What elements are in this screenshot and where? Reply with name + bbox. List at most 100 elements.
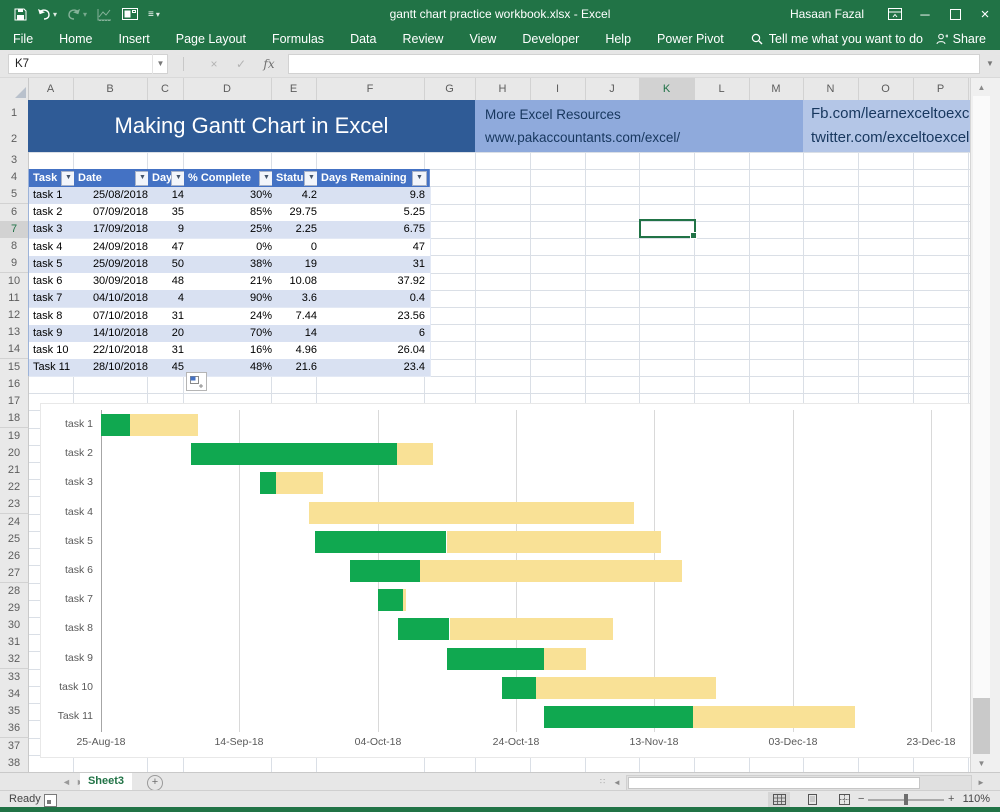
column-header-C[interactable]: C [147,78,184,101]
table-cell[interactable]: task 8 [29,308,79,326]
gantt-bar-remaining[interactable] [420,560,682,582]
table-cell[interactable]: 10.08 [272,273,323,291]
table-cell[interactable]: 19 [272,256,323,274]
table-cell[interactable]: 21.6 [272,359,323,377]
table-cell[interactable]: 0% [184,239,278,257]
table-cell[interactable]: 30/09/2018 [74,273,154,291]
gantt-bar-complete[interactable] [447,648,544,670]
ribbon-tab-review[interactable]: Review [389,28,456,50]
table-cell[interactable]: 23.56 [317,308,431,326]
table-cell[interactable]: 25/08/2018 [74,187,154,205]
gantt-bar-complete[interactable] [260,472,276,494]
ribbon-tab-power-pivot[interactable]: Power Pivot [644,28,737,50]
gantt-bar-complete[interactable] [544,706,693,728]
table-cell[interactable]: 16% [184,342,278,360]
new-sheet-icon[interactable]: + [147,775,163,791]
vscroll-track[interactable] [973,96,990,754]
table-cell[interactable]: 47 [317,239,431,257]
table-cell[interactable]: 14 [272,325,323,343]
table-cell[interactable]: 22/10/2018 [74,342,154,360]
table-cell[interactable]: 6.75 [317,221,431,239]
row-header-31[interactable]: 31 [0,634,29,652]
table-cell[interactable]: 3.6 [272,290,323,308]
row-header-17[interactable]: 17 [0,393,29,411]
ribbon-tab-page-layout[interactable]: Page Layout [163,28,259,50]
row-header-26[interactable]: 26 [0,548,29,566]
column-header-P[interactable]: P [913,78,969,101]
gantt-bar-remaining[interactable] [447,531,661,553]
gantt-bar-complete[interactable] [315,531,446,553]
select-all-corner[interactable] [0,78,29,101]
tab-strip-resize-handle[interactable]: ∷ [600,777,606,786]
table-cell[interactable]: 25% [184,221,278,239]
row-header-15[interactable]: 15 [0,359,29,377]
table-cell[interactable]: 5.25 [317,204,431,222]
prev-sheet-icon[interactable]: ◄ [62,773,71,791]
table-cell[interactable]: 07/09/2018 [74,204,154,222]
table-cell[interactable]: 24% [184,308,278,326]
table-header-status[interactable]: Status▼ [272,169,322,187]
row-header-36[interactable]: 36 [0,720,29,738]
column-header-N[interactable]: N [803,78,859,101]
table-cell[interactable]: 90% [184,290,278,308]
zoom-level[interactable]: 110% [963,791,990,808]
row-header-5[interactable]: 5 [0,186,29,204]
gantt-bar-complete[interactable] [350,560,420,582]
ribbon-tab-formulas[interactable]: Formulas [259,28,337,50]
gantt-bar-remaining[interactable] [450,618,613,640]
gantt-bar-remaining[interactable] [276,472,323,494]
row-header-22[interactable]: 22 [0,479,29,497]
table-header-date[interactable]: Date▼ [74,169,153,187]
zoom-slider-thumb[interactable] [904,794,908,805]
minimize-button[interactable]: ─ [910,0,940,28]
macro-record-icon[interactable] [44,794,57,807]
row-header-8[interactable]: 8 [0,238,29,256]
table-cell[interactable]: 9.8 [317,187,431,205]
table-cell[interactable]: 23.4 [317,359,431,377]
column-header-E[interactable]: E [271,78,317,101]
row-header-25[interactable]: 25 [0,531,29,549]
table-cell[interactable]: 70% [184,325,278,343]
social-line-2[interactable]: twitter.com/exceltoexcel [811,126,970,150]
zoom-in-icon[interactable]: + [948,791,954,808]
ribbon-tab-help[interactable]: Help [592,28,644,50]
row-header-18[interactable]: 18 [0,410,29,428]
row-header-27[interactable]: 27 [0,565,29,583]
gantt-bar-remaining[interactable] [397,443,433,465]
gantt-bar-remaining[interactable] [403,589,406,611]
row-header-7[interactable]: 7 [0,221,30,239]
table-cell[interactable]: 24/09/2018 [74,239,154,257]
table-cell[interactable]: 07/10/2018 [74,308,154,326]
hscroll-right-icon[interactable]: ► [975,776,987,789]
table-cell[interactable]: 14/10/2018 [74,325,154,343]
gantt-bar-complete[interactable] [101,414,130,436]
row-header-4[interactable]: 4 [0,169,29,187]
gantt-bar-remaining[interactable] [130,414,198,436]
row-header-24[interactable]: 24 [0,514,29,532]
scroll-down-icon[interactable]: ▼ [973,756,990,772]
gantt-bar-remaining[interactable] [309,502,634,524]
maximize-button[interactable] [940,0,970,28]
active-cell-K7[interactable] [639,219,696,238]
resources-line-2[interactable]: www.pakaccountants.com/excel/ [485,126,803,149]
formula-input[interactable] [288,54,980,74]
table-cell[interactable]: 7.44 [272,308,323,326]
user-name[interactable]: Hasaan Fazal [790,7,864,21]
name-box-dropdown-icon[interactable]: ▼ [152,54,168,74]
table-header-task[interactable]: Task▼ [29,169,79,187]
page-break-view-icon[interactable] [833,792,855,807]
ribbon-tab-insert[interactable]: Insert [106,28,163,50]
table-cell[interactable]: 04/10/2018 [74,290,154,308]
table-cell[interactable]: 21% [184,273,278,291]
table-header-days-remaining[interactable]: Days Remaining▼ [317,169,430,187]
table-cell[interactable]: 25/09/2018 [74,256,154,274]
column-header-A[interactable]: A [28,78,74,101]
table-cell[interactable]: 17/09/2018 [74,221,154,239]
fill-handle[interactable] [690,232,697,239]
insert-function-icon[interactable]: fx [258,54,280,74]
ribbon-tab-data[interactable]: Data [337,28,389,50]
expand-formula-bar-icon[interactable]: ▼ [983,54,997,74]
tell-me-box[interactable]: Tell me what you want to do [751,32,923,46]
column-header-B[interactable]: B [73,78,148,101]
row-header-38[interactable]: 38 [0,755,29,772]
